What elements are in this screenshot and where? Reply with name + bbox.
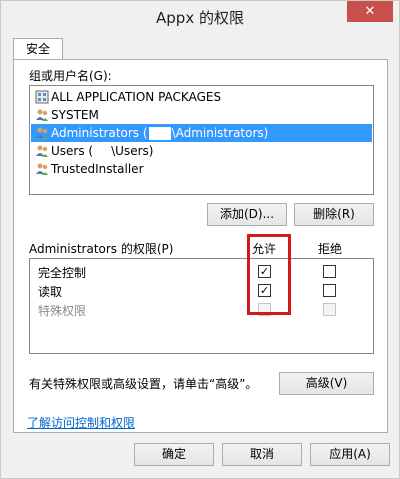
close-icon: ✕ bbox=[364, 4, 376, 19]
permissions-table: 完全控制 ✓ 读取 ✓ 特殊权限 bbox=[29, 258, 374, 354]
permission-row-special: 特殊权限 bbox=[30, 299, 373, 319]
permission-row-read: 读取 ✓ bbox=[30, 280, 373, 300]
list-item-label: SYSTEM bbox=[51, 108, 99, 122]
list-item-label: TrustedInstaller bbox=[51, 162, 144, 176]
user-group-icon bbox=[36, 145, 48, 157]
list-item-label: ALL APPLICATION PACKAGES bbox=[51, 90, 222, 104]
apply-button[interactable]: 应用(A) bbox=[310, 443, 390, 466]
window-title: Appx 的权限 bbox=[156, 9, 244, 27]
permission-label: 完全控制 bbox=[38, 266, 87, 280]
list-item-administrators[interactable]: Administrators ( \Administrators) bbox=[31, 124, 372, 142]
deny-full-control-checkbox[interactable] bbox=[323, 265, 336, 278]
group-list-label: 组或用户名(G): bbox=[29, 69, 112, 83]
permission-label: 读取 bbox=[38, 285, 63, 299]
tab-security[interactable]: 安全 bbox=[13, 38, 63, 60]
cancel-button[interactable]: 取消 bbox=[222, 443, 302, 466]
list-item-users[interactable]: Users ( \Users) bbox=[31, 142, 372, 160]
list-item-system[interactable]: SYSTEM bbox=[31, 106, 372, 124]
add-button[interactable]: 添加(D)... bbox=[207, 203, 287, 226]
list-item-trustedinstaller[interactable]: TrustedInstaller bbox=[31, 160, 372, 178]
user-group-icon bbox=[36, 109, 48, 121]
user-group-icon bbox=[36, 127, 48, 139]
deny-read-checkbox[interactable] bbox=[323, 284, 336, 297]
packages-icon bbox=[35, 90, 49, 104]
ok-button[interactable]: 确定 bbox=[134, 443, 214, 466]
deny-special-checkbox bbox=[323, 303, 336, 316]
permission-row-full-control: 完全控制 ✓ bbox=[30, 261, 373, 281]
permissions-dialog: Appx 的权限 ✕ 安全 组或用户名(G): ALL APPLICATION … bbox=[0, 0, 400, 479]
group-user-listbox[interactable]: ALL APPLICATION PACKAGES SYSTEM Administ… bbox=[29, 85, 374, 195]
permission-label: 特殊权限 bbox=[38, 304, 87, 318]
list-item-label-start: Users ( bbox=[51, 144, 94, 158]
help-link[interactable]: 了解访问控制和权限 bbox=[27, 414, 135, 431]
advanced-note: 有关特殊权限或高级设置，请单击“高级”。 bbox=[29, 377, 258, 391]
redacted-domain bbox=[94, 145, 111, 158]
security-tab-panel: 组或用户名(G): ALL APPLICATION PACKAGES SYSTE… bbox=[13, 59, 388, 433]
list-item-label-start: Administrators ( bbox=[51, 126, 148, 140]
permissions-header: Administrators 的权限(P) bbox=[29, 242, 174, 256]
list-item-all-application-packages[interactable]: ALL APPLICATION PACKAGES bbox=[31, 88, 372, 106]
close-button[interactable]: ✕ bbox=[347, 1, 393, 22]
list-item-label-end: \Users) bbox=[111, 144, 154, 158]
redacted-domain bbox=[148, 127, 171, 140]
list-item-label-end: \Administrators) bbox=[171, 126, 269, 140]
advanced-button[interactable]: 高级(V) bbox=[279, 372, 374, 395]
title-bar: Appx 的权限 ✕ bbox=[1, 1, 399, 32]
user-group-icon bbox=[36, 163, 48, 175]
deny-column-header: 拒绝 bbox=[318, 242, 343, 256]
allow-column-highlight bbox=[247, 234, 291, 315]
remove-button[interactable]: 删除(R) bbox=[294, 203, 374, 226]
